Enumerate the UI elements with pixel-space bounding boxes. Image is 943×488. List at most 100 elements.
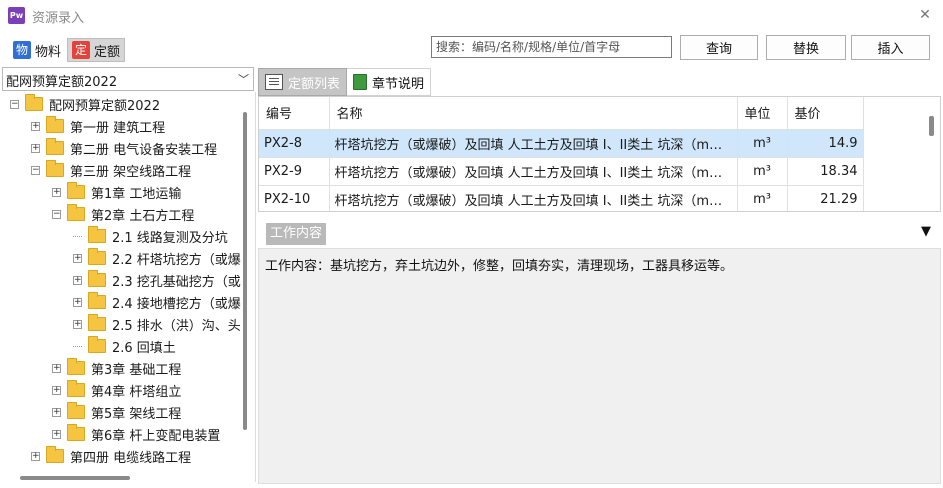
collapse-toggle-icon[interactable]: −	[10, 99, 19, 109]
cell-name: 杆塔坑挖方（或爆破）及回填 人工土方及回填 I、II类土 坑深（m）…	[329, 157, 738, 186]
expand-toggle-icon[interactable]: +	[52, 363, 61, 373]
tab-work-content[interactable]: 工作内容	[266, 223, 327, 245]
chevron-down-icon: ﹀	[238, 73, 249, 86]
tree-item[interactable]: + 第四册 电缆线路工程	[31, 445, 191, 467]
tree-item-label: 第三册 架空线路工程	[70, 164, 192, 180]
quota-label: 定额	[94, 44, 121, 60]
tree-item-label: 2.2 杆塔坑挖方（或爆	[112, 252, 241, 268]
tree-item[interactable]: +2.5 排水（洪）沟、头	[73, 313, 241, 335]
tree-item[interactable]: − 第三册 架空线路工程	[31, 159, 191, 181]
expand-toggle-icon[interactable]: +	[73, 319, 82, 329]
quota-icon: 定	[72, 41, 90, 59]
work-content-text: 工作内容：基坑挖方，弃土坑边外，修整，回填夯实，清理现场，工器具移运等。	[265, 259, 734, 274]
expand-toggle-icon[interactable]: +	[31, 451, 40, 461]
tree-item-label: 第1章 工地运输	[91, 186, 182, 202]
expand-toggle-icon[interactable]: +	[52, 385, 61, 395]
expand-toggle-icon[interactable]: +	[31, 121, 40, 131]
folder-icon	[88, 248, 106, 265]
tree-item-label: 2.5 排水（洪）沟、头	[112, 318, 241, 334]
collapse-arrow-icon[interactable]: ▼	[921, 224, 931, 239]
cell-name: 杆塔坑挖方（或爆破）及回填 人工土方及回填 I、II类土 坑深（m）…	[329, 129, 738, 158]
tab-chapter-notes-label: 章节说明	[372, 76, 425, 92]
folder-icon	[67, 358, 85, 375]
title-bar: Pw 资源录入 ✕	[0, 0, 943, 32]
cell-code: PX2-8	[259, 129, 330, 158]
tree-item-label: 第2章 土石方工程	[91, 208, 195, 224]
expand-toggle-icon[interactable]: +	[52, 407, 61, 417]
tab-quota-list-label: 定额列表	[288, 76, 341, 92]
folder-icon	[88, 336, 106, 353]
tree-item[interactable]: + 第3章 基础工程	[52, 357, 181, 379]
folder-icon	[67, 204, 85, 221]
tree-item[interactable]: +2.3 挖孔基础挖方（或	[73, 269, 241, 291]
folder-icon	[67, 182, 85, 199]
app-icon: Pw	[8, 7, 25, 24]
tree-item-label: 第3章 基础工程	[91, 362, 182, 378]
tab-chapter-notes[interactable]: 章节说明	[347, 68, 432, 96]
tree-item[interactable]: + 第一册 建筑工程	[31, 115, 165, 137]
library-select[interactable]: 配网预算定额2022 ﹀	[2, 67, 254, 91]
table-row[interactable]: PX2-9 杆塔坑挖方（或爆破）及回填 人工土方及回填 I、II类土 坑深（m）…	[259, 157, 864, 186]
query-button[interactable]: 查询	[680, 35, 758, 60]
tree-horizontal-scrollbar[interactable]	[20, 476, 130, 480]
tree-item[interactable]: + 第1章 工地运输	[52, 181, 181, 203]
tree-item[interactable]: 2.1 线路复测及分坑	[73, 225, 228, 247]
tree-item[interactable]: − 第2章 土石方工程	[52, 203, 194, 225]
folder-icon	[88, 292, 106, 309]
tab-quota-list[interactable]: 定额列表	[258, 68, 348, 96]
table-row[interactable]: PX2-8 杆塔坑挖方（或爆破）及回填 人工土方及回填 I、II类土 坑深（m）…	[259, 129, 864, 158]
tree-item[interactable]: + 第二册 电气设备安装工程	[31, 137, 217, 159]
expand-toggle-icon[interactable]: +	[31, 143, 40, 153]
replace-button[interactable]: 替换	[766, 35, 846, 60]
collapse-toggle-icon[interactable]: −	[31, 165, 40, 175]
cell-price: 18.34	[787, 157, 864, 186]
folder-icon	[25, 94, 43, 111]
cell-unit: m³	[737, 157, 788, 186]
cell-price: 14.9	[787, 129, 864, 158]
expand-toggle-icon[interactable]: +	[73, 297, 82, 307]
table-row[interactable]: PX2-10 杆塔坑挖方（或爆破）及回填 人工土方及回填 I、II类土 坑深（m…	[259, 185, 864, 211]
search-input[interactable]	[431, 36, 672, 58]
cell-unit: m³	[737, 185, 788, 211]
tree-item-label: 第5章 架线工程	[91, 406, 182, 422]
folder-icon	[46, 446, 64, 463]
close-icon[interactable]: ✕	[915, 5, 935, 25]
tree-item[interactable]: +2.4 接地槽挖方（或爆	[73, 291, 241, 313]
table-header-row: 编号 名称 单位 基价	[259, 97, 864, 130]
expand-toggle-icon[interactable]: +	[52, 187, 61, 197]
folder-icon	[88, 226, 106, 243]
quota-mode-button[interactable]: 定 定额	[67, 38, 126, 62]
column-header-code[interactable]: 编号	[259, 97, 330, 130]
tree-item[interactable]: + 第5章 架线工程	[52, 401, 181, 423]
cell-code: PX2-9	[259, 157, 330, 186]
expand-toggle-icon[interactable]: +	[73, 253, 82, 263]
tree-item-label: 2.3 挖孔基础挖方（或	[112, 274, 241, 290]
tree-connector	[73, 235, 82, 237]
tree-vertical-scrollbar[interactable]	[243, 112, 247, 430]
tree-item[interactable]: − 配网预算定额2022	[10, 93, 160, 115]
tree-item[interactable]: + 第6章 杆上变配电装置	[52, 423, 220, 445]
tree-item[interactable]: +2.2 杆塔坑挖方（或爆	[73, 247, 241, 269]
tree-item-label: 第一册 建筑工程	[70, 120, 166, 136]
tree-item[interactable]: 2.6 回填土	[73, 335, 176, 357]
tree-connector	[73, 345, 82, 347]
table-vertical-scrollbar[interactable]	[929, 116, 934, 136]
material-mode-button[interactable]: 物 物料	[9, 38, 65, 62]
folder-icon	[67, 402, 85, 419]
library-select-value: 配网预算定额2022	[6, 75, 118, 90]
column-header-price[interactable]: 基价	[787, 97, 864, 130]
book-icon	[353, 74, 368, 90]
column-header-name[interactable]: 名称	[329, 97, 738, 130]
expand-toggle-icon[interactable]: +	[73, 275, 82, 285]
window-title: 资源录入	[32, 11, 85, 26]
cell-code: PX2-10	[259, 185, 330, 211]
tree-item-label: 2.1 线路复测及分坑	[112, 230, 228, 246]
tree-item[interactable]: + 第4章 杆塔组立	[52, 379, 181, 401]
insert-button[interactable]: 插入	[851, 35, 930, 60]
expand-toggle-icon[interactable]: +	[52, 429, 61, 439]
tree-item-label: 配网预算定额2022	[49, 98, 161, 114]
collapse-toggle-icon[interactable]: −	[52, 209, 61, 219]
column-header-unit[interactable]: 单位	[737, 97, 788, 130]
tree-item-label: 2.4 接地槽挖方（或爆	[112, 296, 241, 312]
folder-icon	[46, 116, 64, 133]
